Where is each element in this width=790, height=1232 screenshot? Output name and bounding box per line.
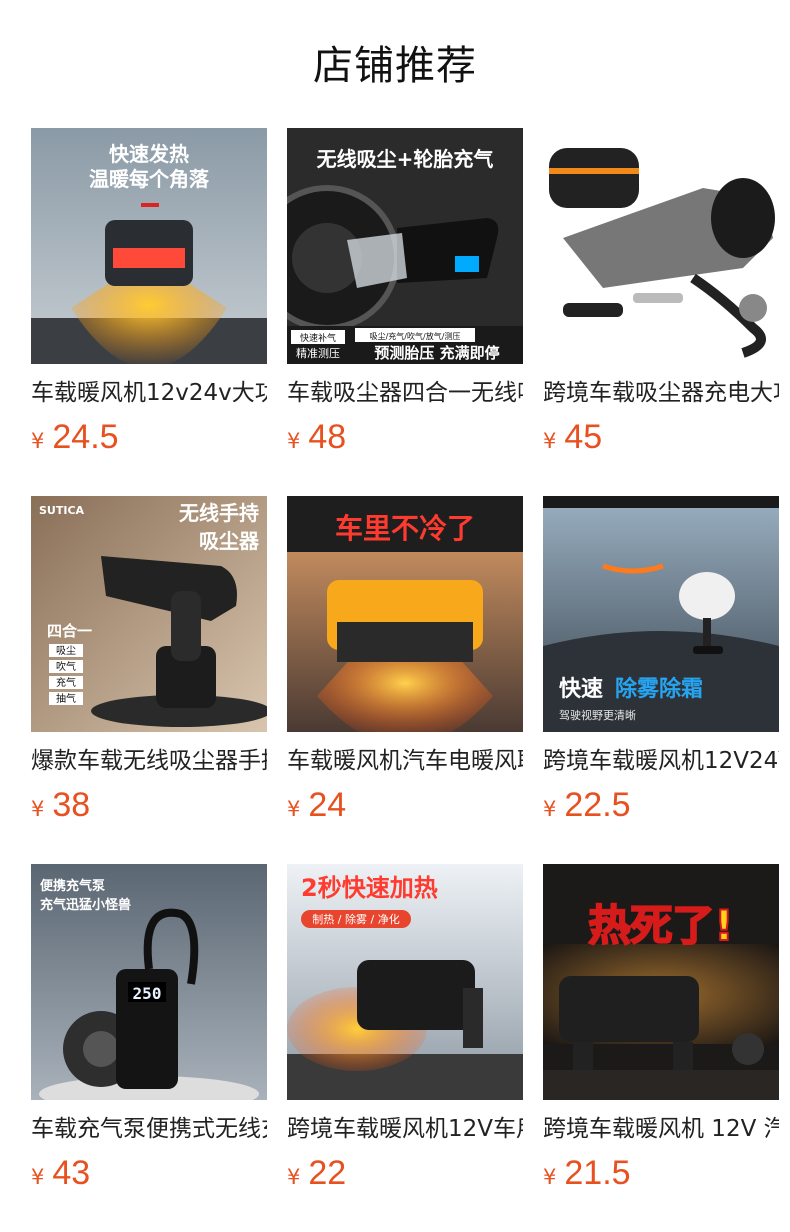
product-name[interactable]: 跨境车载暖风机12V车用取暖器 [287, 1112, 523, 1146]
display-readout: 250 [133, 984, 162, 1003]
currency-symbol: ¥ [543, 797, 557, 821]
product-price: ¥43 [31, 1150, 267, 1196]
overlay-text: 吸尘器 [199, 529, 260, 553]
product-name[interactable]: 车载吸尘器四合一无线吸尘充气 [287, 376, 523, 410]
section-title: 店铺推荐 [313, 43, 477, 89]
product-price: ¥45 [543, 414, 779, 460]
currency-symbol: ¥ [287, 429, 301, 453]
overlay-text: 快速补气 [300, 332, 336, 344]
product-price: ¥24.5 [31, 414, 267, 460]
product-name[interactable]: 跨境车载暖风机12V24V除雾除霜 [543, 744, 779, 778]
overlay-text: 车里不冷了 [335, 512, 475, 545]
overlay-text: 充气迅猛小怪兽 [40, 897, 131, 913]
product-price: ¥22.5 [543, 782, 779, 828]
product-card[interactable]: 跨境车载吸尘器充电大功率 ¥45 [543, 128, 779, 460]
product-image[interactable]: 热死了! [543, 864, 779, 1100]
product-card[interactable]: 热死了! 跨境车载暖风机 12V 汽车取暖 ¥21.5 [543, 864, 779, 1196]
overlay-text: 温暖每个角落 [89, 167, 210, 191]
overlay-text: 充气 [56, 676, 76, 689]
product-price: ¥48 [287, 414, 523, 460]
currency-symbol: ¥ [31, 1165, 45, 1189]
product-name[interactable]: 车载暖风机12v24v大功率汽车取暖器 [31, 376, 267, 410]
overlay-text: 预测胎压 充满即停 [374, 344, 499, 362]
product-image[interactable]: 2秒快速加热 制热 / 除雾 / 净化 [287, 864, 523, 1100]
currency-symbol: ¥ [543, 429, 557, 453]
price-value: 22 [308, 1154, 347, 1192]
currency-symbol: ¥ [31, 797, 45, 821]
price-value: 45 [564, 418, 603, 456]
product-card[interactable]: 车里不冷了 车载暖风机汽车电暖风取暖器 ¥24 [287, 496, 523, 828]
price-value: 38 [52, 786, 91, 824]
currency-symbol: ¥ [31, 429, 45, 453]
product-image[interactable]: 车里不冷了 [287, 496, 523, 732]
product-image[interactable]: 便携充气泵 充气迅猛小怪兽 250 [31, 864, 267, 1100]
price-value: 43 [52, 1154, 91, 1192]
overlay-text: 2秒快速加热 [301, 874, 438, 902]
overlay-text: 除雾除霜 [615, 676, 703, 702]
product-card[interactable]: 2秒快速加热 制热 / 除雾 / 净化 跨境车载暖风机12V车用取暖器 ¥22 [287, 864, 523, 1196]
product-name[interactable]: 车载暖风机汽车电暖风取暖器 [287, 744, 523, 778]
product-name[interactable]: 爆款车载无线吸尘器手持四合一 [31, 744, 267, 778]
product-price: ¥38 [31, 782, 267, 828]
overlay-text: 快速 [559, 676, 603, 702]
product-name[interactable]: 跨境车载暖风机 12V 汽车取暖 [543, 1112, 779, 1146]
product-image[interactable]: 无线吸尘+轮胎充气 快速补气 精准测压 吸尘/充气/吹气/放气/测压 预测胎压 … [287, 128, 523, 364]
overlay-text: 四合一 [47, 622, 92, 640]
currency-symbol: ¥ [543, 1165, 557, 1189]
price-value: 24 [308, 786, 347, 824]
price-value: 48 [308, 418, 347, 456]
currency-symbol: ¥ [287, 797, 301, 821]
overlay-text: 精准测压 [296, 347, 340, 360]
product-name[interactable]: 车载充气泵便携式无线充气宝 [31, 1112, 267, 1146]
overlay-text: 吸尘/充气/吹气/放气/测压 [370, 331, 461, 341]
product-card[interactable]: SUTICA 无线手持 吸尘器 四合一 吸尘 吹气 充气 抽气 爆款车载无线吸尘… [31, 496, 267, 828]
overlay-text: 无线吸尘+轮胎充气 [317, 147, 494, 171]
product-image[interactable]: 快速 除雾除霜 驾驶视野更清晰 [543, 496, 779, 732]
product-image[interactable]: 快速发热 温暖每个角落 [31, 128, 267, 364]
overlay-text: 驾驶视野更清晰 [559, 708, 636, 722]
overlay-text: 便携充气泵 [40, 878, 105, 894]
price-value: 22.5 [564, 786, 631, 824]
price-value: 24.5 [52, 418, 119, 456]
overlay-text: 吸尘 [56, 645, 76, 657]
overlay-text: 快速发热 [109, 142, 189, 166]
product-price: ¥21.5 [543, 1150, 779, 1196]
price-value: 21.5 [564, 1154, 631, 1192]
product-price: ¥22 [287, 1150, 523, 1196]
product-card[interactable]: 便携充气泵 充气迅猛小怪兽 250 车载充气泵便携式无线充气宝 ¥43 [31, 864, 267, 1196]
product-card[interactable]: 快速 除雾除霜 驾驶视野更清晰 跨境车载暖风机12V24V除雾除霜 ¥22.5 [543, 496, 779, 828]
overlay-text: 吹气 [56, 660, 76, 673]
product-card[interactable]: 无线吸尘+轮胎充气 快速补气 精准测压 吸尘/充气/吹气/放气/测压 预测胎压 … [287, 128, 523, 460]
product-image[interactable] [543, 128, 779, 364]
overlay-text: 无线手持 [179, 501, 259, 525]
product-name[interactable]: 跨境车载吸尘器充电大功率 [543, 376, 779, 410]
product-card[interactable]: 快速发热 温暖每个角落 车载暖风机12v24v大功率汽车取暖器 ¥24.5 [31, 128, 267, 460]
overlay-text: 热死了! [588, 901, 733, 950]
overlay-text: 抽气 [56, 692, 76, 705]
product-image[interactable]: SUTICA 无线手持 吸尘器 四合一 吸尘 吹气 充气 抽气 [31, 496, 267, 732]
product-price: ¥24 [287, 782, 523, 828]
overlay-text: 制热 / 除雾 / 净化 [312, 912, 399, 926]
currency-symbol: ¥ [287, 1165, 301, 1189]
brand-logo-text: SUTICA [39, 504, 85, 517]
